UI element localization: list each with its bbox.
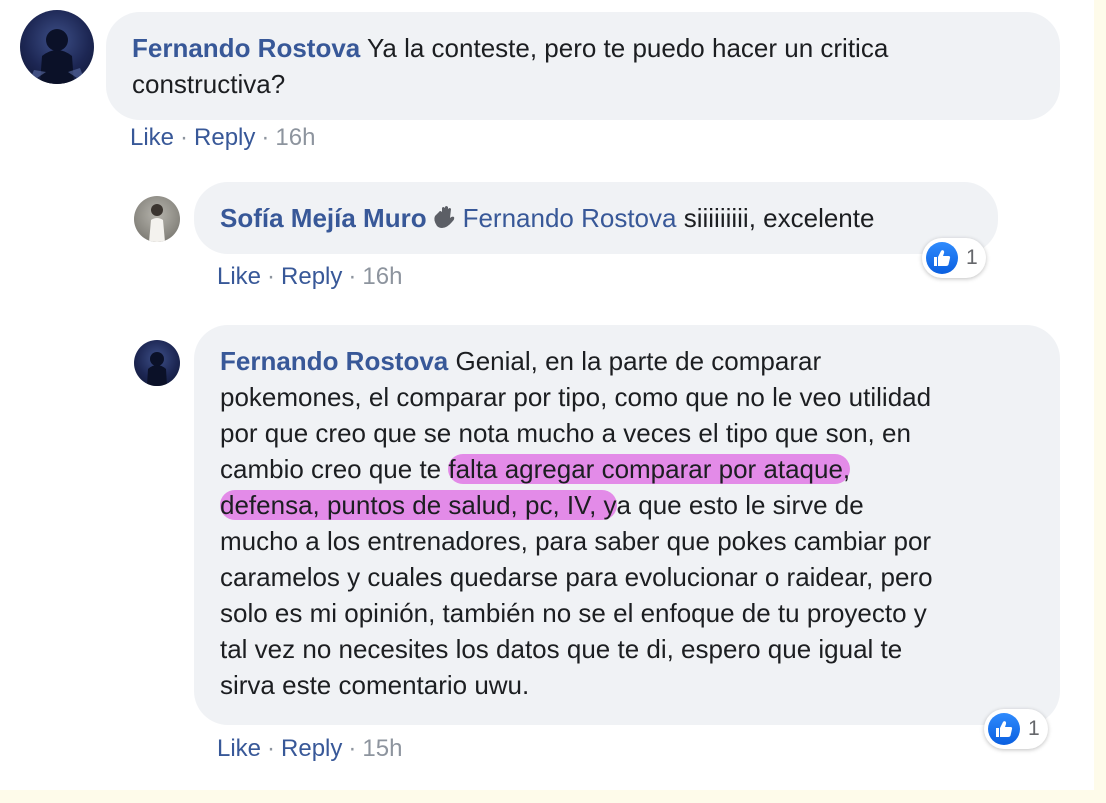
comment-text: tal vez no necesites los datos que te di… <box>220 634 903 664</box>
comment-text: siiiiiiiii, excelente <box>676 203 875 233</box>
comment-timestamp[interactable]: 16h <box>275 124 315 151</box>
comment-actions: Like · Reply · 16h <box>130 124 315 152</box>
separator: · <box>348 735 357 762</box>
reaction-summary[interactable]: 1 <box>984 709 1048 749</box>
separator: · <box>267 263 276 290</box>
reply-link[interactable]: Reply <box>281 735 342 762</box>
separator: · <box>348 263 357 290</box>
comment-text: solo es mi opinión, también no se el enf… <box>220 598 927 628</box>
comment-text: por que creo que se nota mucho a veces e… <box>220 418 911 448</box>
separator: · <box>267 735 276 762</box>
like-link[interactable]: Like <box>217 735 261 762</box>
reply-link[interactable]: Reply <box>281 263 342 290</box>
separator: · <box>261 124 270 151</box>
comment-timestamp[interactable]: 15h <box>362 735 402 762</box>
avatar[interactable] <box>20 10 94 84</box>
profile-photo-icon <box>28 29 86 84</box>
comment-timestamp[interactable]: 16h <box>362 263 402 290</box>
avatar[interactable] <box>134 340 180 386</box>
comment-text: Ya la conteste, pero te puedo hacer un c… <box>360 33 889 63</box>
separator: · <box>180 124 189 151</box>
comment-text: a que esto le sirve de <box>616 490 864 520</box>
comment-author[interactable]: Fernando Rostova <box>132 33 360 63</box>
like-link[interactable]: Like <box>130 124 174 151</box>
comment-bubble: Fernando Rostova Genial, en la parte de … <box>194 325 1060 725</box>
comment-actions: Like · Reply · 15h <box>217 735 402 763</box>
comment-text: caramelos y cuales quedarse para evoluci… <box>220 562 933 592</box>
comment-text: constructiva? <box>132 69 286 99</box>
profile-photo-icon <box>147 352 167 386</box>
comment-author[interactable]: Sofía Mejía Muro <box>220 203 427 233</box>
comment-text: mucho a los entrenadores, para saber que… <box>220 526 932 556</box>
reaction-count: 1 <box>1028 717 1040 740</box>
comment-bubble: Fernando Rostova Ya la conteste, pero te… <box>106 12 1060 120</box>
comment-text: sirva este comentario uwu. <box>220 670 530 700</box>
comment-actions: Like · Reply · 16h <box>217 263 402 291</box>
comment-text: pokemones, el comparar por tipo, como qu… <box>220 382 932 412</box>
like-icon <box>926 242 958 274</box>
like-icon <box>988 713 1020 745</box>
comment-author[interactable]: Fernando Rostova <box>220 346 448 376</box>
comment-text: cambio creo que te <box>220 454 449 484</box>
avatar[interactable] <box>134 196 180 242</box>
comment-text: Genial, en la parte de comparar <box>448 346 822 376</box>
highlighted-text: defensa, puntos de salud, pc, IV, y <box>220 490 617 520</box>
highlighted-text: falta agregar comparar por ataque, <box>448 454 851 484</box>
reaction-summary[interactable]: 1 <box>922 238 986 278</box>
like-link[interactable]: Like <box>217 263 261 290</box>
waving-hand-icon <box>431 203 457 239</box>
profile-photo-icon <box>149 204 165 242</box>
comment-thread: Fernando Rostova Ya la conteste, pero te… <box>0 0 1094 790</box>
reaction-count: 1 <box>966 246 978 269</box>
mention-link[interactable]: Fernando Rostova <box>463 203 677 233</box>
reply-link[interactable]: Reply <box>194 124 255 151</box>
comment-bubble: Sofía Mejía Muro Fernando Rostova siiiiii… <box>194 182 998 254</box>
